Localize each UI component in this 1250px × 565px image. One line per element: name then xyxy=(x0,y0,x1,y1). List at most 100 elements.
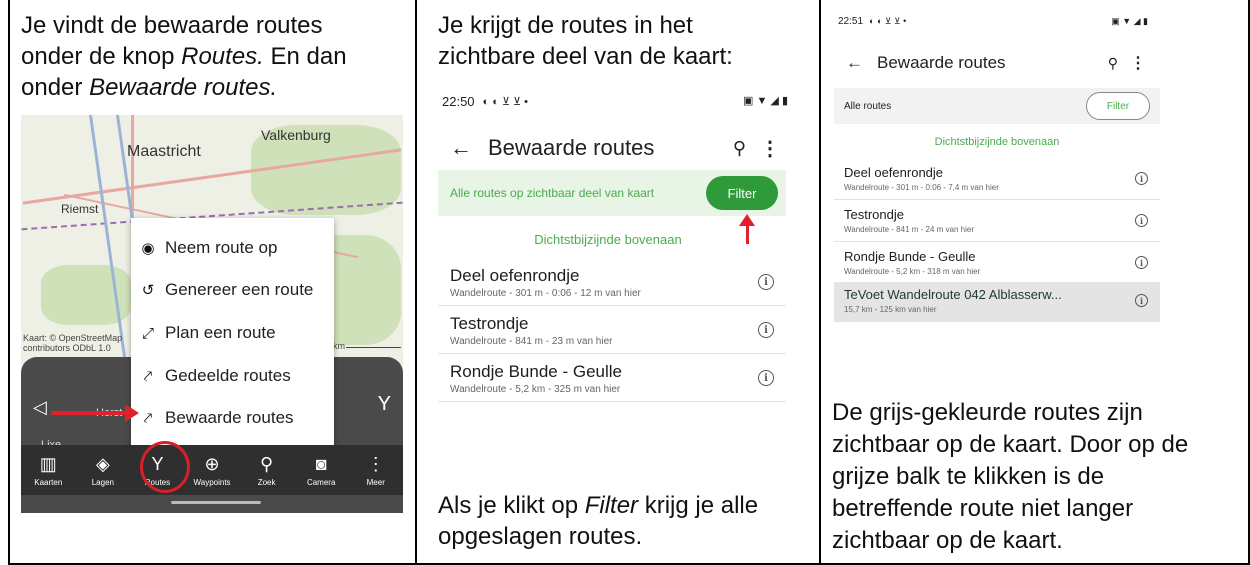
col3-line-1: De grijs-gekleurde routes zijn xyxy=(832,399,1143,426)
status-system-icons: ▣ ▼ ◢ ▮ xyxy=(743,95,788,107)
col1-line-2: onder de knop Routes. En dan xyxy=(21,43,347,70)
route-details: Wandelroute - 301 m - 0:06 - 12 m van hi… xyxy=(450,288,641,299)
route-row[interactable]: Deel oefenrondje Wandelroute - 301 m - 0… xyxy=(834,160,1160,200)
toolbar-lagen[interactable]: ◈ Lagen xyxy=(76,445,131,495)
search-icon[interactable]: ⚲ xyxy=(1108,55,1118,72)
route-details: 15,7 km - 125 km van hier xyxy=(844,305,937,314)
info-icon[interactable]: i xyxy=(758,322,774,338)
refresh-icon: ↺ xyxy=(141,282,155,299)
more-options-icon[interactable]: ⋮ xyxy=(1130,53,1146,73)
route-row[interactable]: Rondje Bunde - Geulle Wandelroute - 5,2 … xyxy=(438,356,786,402)
route-row[interactable]: Rondje Bunde - Geulle Wandelroute - 5,2 … xyxy=(834,244,1160,284)
status-notification-icons: ◐ ◐ ⊻ ⊻ • xyxy=(869,16,907,26)
col3-line-3: grijze balk te klikken is de xyxy=(832,463,1105,490)
status-system-icons: ▣ ▼ ◢ ▮ xyxy=(1111,16,1148,26)
map-place-maastricht: Maastricht xyxy=(127,143,201,160)
filter-description: Alle routes op zichtbaar deel van kaart xyxy=(450,186,655,200)
info-icon[interactable]: i xyxy=(1135,214,1148,227)
info-icon[interactable]: i xyxy=(1135,172,1148,185)
route-name: Deel oefenrondje xyxy=(450,266,580,285)
toolbar-waypoints[interactable]: ⊕ Waypoints xyxy=(185,445,240,495)
route-name: Rondje Bunde - Geulle xyxy=(450,362,623,381)
filter-button[interactable]: Filter xyxy=(1086,92,1150,120)
home-indicator xyxy=(171,501,261,504)
route-name: TeVoet Wandelroute 042 Alblasserw... xyxy=(844,287,1062,302)
route-details: Wandelroute - 5,2 km - 318 m van hier xyxy=(844,267,981,276)
col2-line-2: zichtbare deel van de kaart: xyxy=(438,43,733,70)
map-place-valkenburg: Valkenburg xyxy=(261,127,331,143)
info-icon[interactable]: i xyxy=(1135,294,1148,307)
status-time: 22:50 xyxy=(442,94,475,109)
route-plan-icon: ⤢ xyxy=(141,324,154,342)
col3-explanation: De grijs-gekleurde routes zijn zichtbaar… xyxy=(832,397,1188,557)
col3-line-2: zichtbaar op de kaart. Door op de xyxy=(832,431,1189,458)
toolbar-camera[interactable]: ◙ Camera xyxy=(294,445,349,495)
more-options-icon[interactable]: ⋮ xyxy=(760,136,780,161)
col2-footer-line-1: Als je klikt op Filter krijg je alle xyxy=(438,492,759,519)
menu-item-plan-route[interactable]: ⤢ Plan een route xyxy=(131,313,334,353)
col2-footer-line-2: opgeslagen routes. xyxy=(438,523,643,550)
route-row[interactable]: Testrondje Wandelroute - 841 m - 24 m va… xyxy=(834,202,1160,242)
back-arrow-icon[interactable]: ← xyxy=(846,53,863,73)
map-screenshot: Maastricht Valkenburg Riemst Kaart: © Op… xyxy=(21,115,403,513)
map-icon: ▥ xyxy=(39,453,57,474)
column-divider-1 xyxy=(415,0,417,563)
status-bar: 22:51 ◐ ◐ ⊻ ⊻ • xyxy=(838,16,906,27)
sort-label: Dichtstbijzijnde bovenaan xyxy=(534,232,682,247)
col3-line-5: zichtbaar op de kaart. xyxy=(832,527,1063,554)
page-title: Bewaarde routes xyxy=(877,53,1006,72)
map-place-riemst: Riemst xyxy=(61,202,99,216)
route-details: Wandelroute - 5,2 km - 325 m van hier xyxy=(450,384,621,395)
route-share-icon: ⤤ xyxy=(143,367,153,385)
col2-footer: Als je klikt op Filter krijg je alle opg… xyxy=(438,490,758,552)
route-details: Wandelroute - 841 m - 23 m van hier xyxy=(450,336,613,347)
menu-item-neem-route-op[interactable]: ◉ Neem route op xyxy=(131,228,334,268)
map-attribution: Kaart: © OpenStreetMap contributors ODbL … xyxy=(23,333,123,353)
info-icon[interactable]: i xyxy=(758,274,774,290)
status-time: 22:51 xyxy=(838,16,864,27)
col2-instructions: Je krijgt de routes in het zichtbare dee… xyxy=(438,10,733,72)
col1-line-3: onder Bewaarde routes. xyxy=(21,74,278,101)
menu-item-bewaarde-routes[interactable]: ⤤ Bewaarde routes xyxy=(131,398,334,438)
route-fork-icon[interactable]: Y xyxy=(378,393,391,416)
toolbar-kaarten[interactable]: ▥ Kaarten xyxy=(21,445,76,495)
route-row-highlighted[interactable]: TeVoet Wandelroute 042 Alblasserw... 15,… xyxy=(834,282,1160,322)
compass-icon[interactable]: ◁ xyxy=(33,397,47,418)
app-bar: ← Bewaarde routes ⚲ ⋮ xyxy=(450,132,786,164)
more-icon: ⋮ xyxy=(366,453,385,474)
toolbar-zoek[interactable]: ⚲ Zoek xyxy=(239,445,294,495)
search-icon[interactable]: ⚲ xyxy=(733,138,746,159)
route-name: Testrondje xyxy=(844,207,904,222)
map-scale: km xyxy=(333,341,345,351)
map-scale-bar xyxy=(346,347,401,348)
toolbar-meer[interactable]: ⋮ Meer xyxy=(348,445,403,495)
red-arrow-annotation xyxy=(51,411,131,415)
route-details: Wandelroute - 841 m - 24 m van hier xyxy=(844,225,974,234)
col3-line-4: betreffende route niet langer xyxy=(832,495,1134,522)
info-icon[interactable]: i xyxy=(758,370,774,386)
status-notification-icons: ◐ ◐ ⊻ ⊻ • xyxy=(482,96,529,108)
route-name: Testrondje xyxy=(450,314,529,333)
route-row[interactable]: Testrondje Wandelroute - 841 m - 23 m va… xyxy=(438,308,786,354)
route-row[interactable]: Deel oefenrondje Wandelroute - 301 m - 0… xyxy=(438,260,786,306)
col1-line-1: Je vindt de bewaarde routes xyxy=(21,12,323,39)
route-name: Deel oefenrondje xyxy=(844,165,944,180)
record-icon: ◉ xyxy=(141,240,155,257)
menu-item-gedeelde-routes[interactable]: ⤤ Gedeelde routes xyxy=(131,356,334,396)
info-icon[interactable]: i xyxy=(1135,256,1148,269)
back-arrow-icon[interactable]: ← xyxy=(450,135,472,161)
search-icon: ⚲ xyxy=(260,453,274,474)
filter-button[interactable]: Filter xyxy=(706,176,778,210)
filter-description: Alle routes xyxy=(844,100,892,112)
menu-item-genereer-route[interactable]: ↺ Genereer een route xyxy=(131,270,334,310)
red-circle-annotation xyxy=(140,441,190,493)
phone-screen-all: 22:51 ◐ ◐ ⊻ ⊻ • ▣ ▼ ◢ ▮ ← Bewaarde route… xyxy=(834,10,1164,325)
camera-icon: ◙ xyxy=(315,453,327,474)
column-divider-2 xyxy=(819,0,821,563)
routes-popup-menu: ◉ Neem route op ↺ Genereer een route ⤢ Plan… xyxy=(131,218,334,445)
app-bar: ← Bewaarde routes ⚲ ⋮ xyxy=(846,50,1156,76)
route-name: Rondje Bunde - Geulle xyxy=(844,249,976,264)
route-details: Wandelroute - 301 m - 0:06 - 7,4 m van h… xyxy=(844,183,999,192)
crosshair-icon: ⊕ xyxy=(204,453,220,474)
col2-line-1: Je krijgt de routes in het xyxy=(438,12,693,39)
